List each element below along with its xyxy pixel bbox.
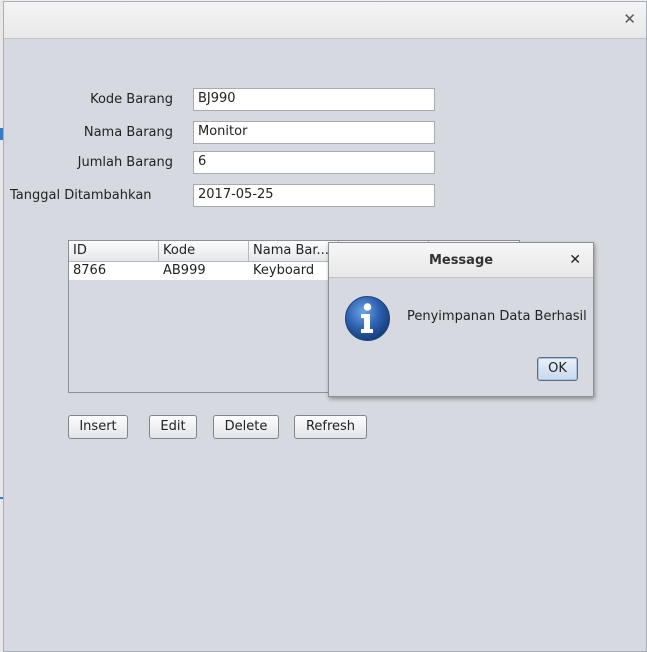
dialog-title: Message [329,243,593,278]
delete-button[interactable]: Delete [213,415,279,439]
message-dialog: Message ✕ Penyimpanan Data Berhasil OK [328,242,594,397]
tanggal-ditambahkan-field[interactable]: 2017-05-25 [193,184,435,207]
jumlah-barang-label: Jumlah Barang [77,155,173,170]
table-cell: 8766 [73,263,107,278]
insert-button[interactable]: Insert [68,415,128,439]
window-titlebar: ✕ [4,2,646,39]
refresh-button[interactable]: Refresh [294,415,367,439]
tanggal-ditambahkan-label: Tanggal Ditambahkan [10,188,152,203]
column-header-id[interactable]: ID [69,241,159,262]
column-header-nama[interactable]: Nama Bar... [249,241,339,262]
table-cell: AB999 [163,263,206,278]
edit-button[interactable]: Edit [149,415,197,439]
nama-barang-label: Nama Barang [83,125,173,140]
dialog-close-icon[interactable]: ✕ [569,253,581,267]
ok-button[interactable]: OK [537,357,578,381]
close-icon[interactable]: ✕ [623,12,636,27]
column-header-kode[interactable]: Kode [159,241,249,262]
jumlah-barang-field[interactable]: 6 [193,151,435,174]
nama-barang-field[interactable]: Monitor [193,121,435,144]
info-icon [345,296,390,341]
kode-barang-field[interactable]: BJ990 [193,88,435,111]
table-cell: Keyboard [253,263,315,278]
dialog-message: Penyimpanan Data Berhasil [407,309,587,324]
kode-barang-label: Kode Barang [90,92,173,107]
